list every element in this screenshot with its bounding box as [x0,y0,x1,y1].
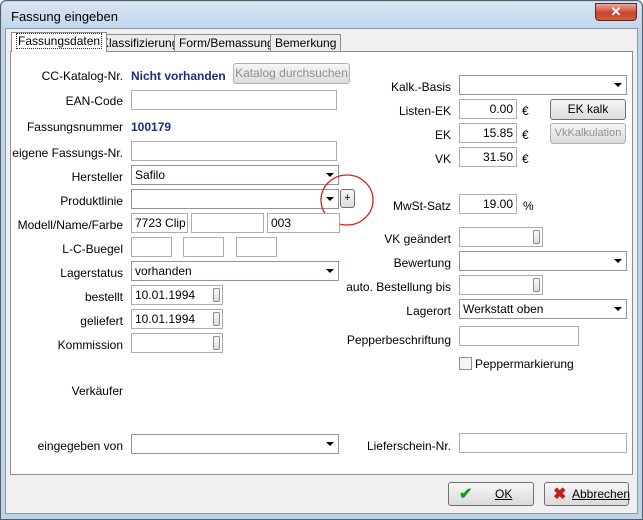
auto-bestellung-field[interactable] [459,275,543,295]
title-bar: Fassung eingeben ✕ [2,2,641,28]
vk-field[interactable]: 31.50 [459,147,517,167]
lagerort-select[interactable]: Werkstatt oben [459,299,627,319]
ean-label: EAN-Code [65,94,123,108]
kommission-label: Kommission [57,338,123,352]
vk-geaendert-label: VK geändert [384,232,451,246]
date-spinner-icon[interactable] [213,312,220,326]
tab-form-bemassung[interactable]: Form/Bemassung [174,34,279,51]
kalk-basis-select[interactable] [459,75,627,95]
kommission-field[interactable] [131,333,223,353]
auto-bestellung-label: auto. Bestellung bis [346,280,451,294]
lcb-label: L-C-Buegel [62,242,123,256]
dialog-window: Fassung eingeben ✕ Fassungsdaten Klassif… [0,0,643,520]
lieferschein-field[interactable] [459,433,627,453]
ek-kalk-button[interactable]: EK kalk [550,99,626,120]
vk-kalkulation-button[interactable]: VkKalkulation [550,123,626,144]
chevron-down-icon [614,307,622,311]
window-title: Fassung eingeben [11,9,118,24]
currency-label: € [522,152,529,166]
tab-bemerkung[interactable]: Bemerkung [270,34,342,51]
chevron-down-icon [614,83,622,87]
lieferschein-label: Lieferschein-Nr. [366,439,451,453]
chevron-down-icon [614,259,622,263]
peppermarkierung-label: Peppermarkierung [475,357,574,371]
currency-label: € [522,104,529,118]
lcb-c-field[interactable] [183,237,224,257]
spinner-icon[interactable] [533,230,540,244]
farbe-field[interactable]: 003 [267,213,340,233]
catalog-search-button[interactable]: Katalog durchsuchen [233,63,350,84]
geliefert-date-field[interactable]: 10.01.1994 [131,309,223,329]
lagerstatus-label: Lagerstatus [60,266,123,280]
hersteller-label: Hersteller [71,170,123,184]
kalk-basis-label: Kalk.-Basis [390,80,451,94]
tab-klassifizierung[interactable]: Klassifizierung [96,34,184,51]
fassungsnummer-label: Fassungsnummer [26,120,123,134]
tab-fassungsdaten[interactable]: Fassungsdaten [11,32,108,52]
spinner-icon[interactable] [533,278,540,292]
cc-katalog-label: CC-Katalog-Nr. [41,69,123,83]
close-icon: ✕ [610,4,622,19]
ean-field[interactable] [131,90,337,110]
modell-field[interactable]: 7723 Clip [131,213,188,233]
eigene-fassungs-nr-field[interactable] [131,141,337,161]
bestellt-date-field[interactable]: 10.01.1994 [131,285,223,305]
date-spinner-icon[interactable] [213,288,220,302]
geliefert-label: geliefert [80,314,123,328]
eigene-fassungs-nr-label: eigene Fassungs-Nr. [12,146,123,160]
hersteller-select[interactable]: Safilo [131,165,339,185]
cross-icon: ✖ [553,486,567,503]
fassungsnummer-value: 100179 [131,120,172,134]
percent-label: % [523,199,534,213]
cc-katalog-value: Nicht vorhanden [131,69,226,83]
lagerort-label: Lagerort [406,304,451,318]
checkmark-icon: ✔ [459,486,473,503]
fassungsdaten-panel: CC-Katalog-Nr. Nicht vorhanden Katalog d… [10,51,633,475]
lagerstatus-select[interactable]: vorhanden [131,261,339,281]
pepperbeschriftung-field[interactable] [459,326,579,346]
name-field[interactable] [191,213,264,233]
currency-label: € [522,128,529,142]
pepperbeschriftung-label: Pepperbeschriftung [346,333,451,347]
eingegeben-von-label: eingegeben von [37,439,123,453]
bewertung-select[interactable] [459,251,627,271]
mwst-label: MwSt-Satz [392,199,451,213]
vk-geaendert-field[interactable] [459,227,543,247]
ek-label: EK [434,128,451,142]
spinner-icon[interactable] [213,336,220,350]
modell-label: Modell/Name/Farbe [17,218,123,232]
lcb-l-field[interactable] [131,237,172,257]
dialog-client: Fassungsdaten Klassifizierung Form/Bemas… [5,28,638,514]
produktlinie-select[interactable] [131,189,339,209]
chevron-down-icon [326,442,334,446]
bestellt-label: bestellt [84,290,123,304]
peppermarkierung-checkbox[interactable] [459,357,472,370]
close-button[interactable]: ✕ [595,3,637,21]
chevron-down-icon [326,269,334,273]
bewertung-label: Bewertung [393,256,451,270]
verkaeufer-label: Verkäufer [71,384,123,398]
mwst-field[interactable]: 19.00 [459,194,517,214]
eingegeben-von-select[interactable] [131,434,339,454]
lcb-b-field[interactable] [236,237,277,257]
listen-ek-label: Listen-EK [398,104,451,118]
cancel-button[interactable]: ✖ Abbrechen [544,482,630,506]
vk-label: VK [434,152,451,166]
ok-button[interactable]: ✔ OK [448,482,534,506]
listen-ek-field[interactable]: 0.00 [459,99,517,119]
ek-field[interactable]: 15.85 [459,123,517,143]
produktlinie-label: Produktlinie [60,194,123,208]
